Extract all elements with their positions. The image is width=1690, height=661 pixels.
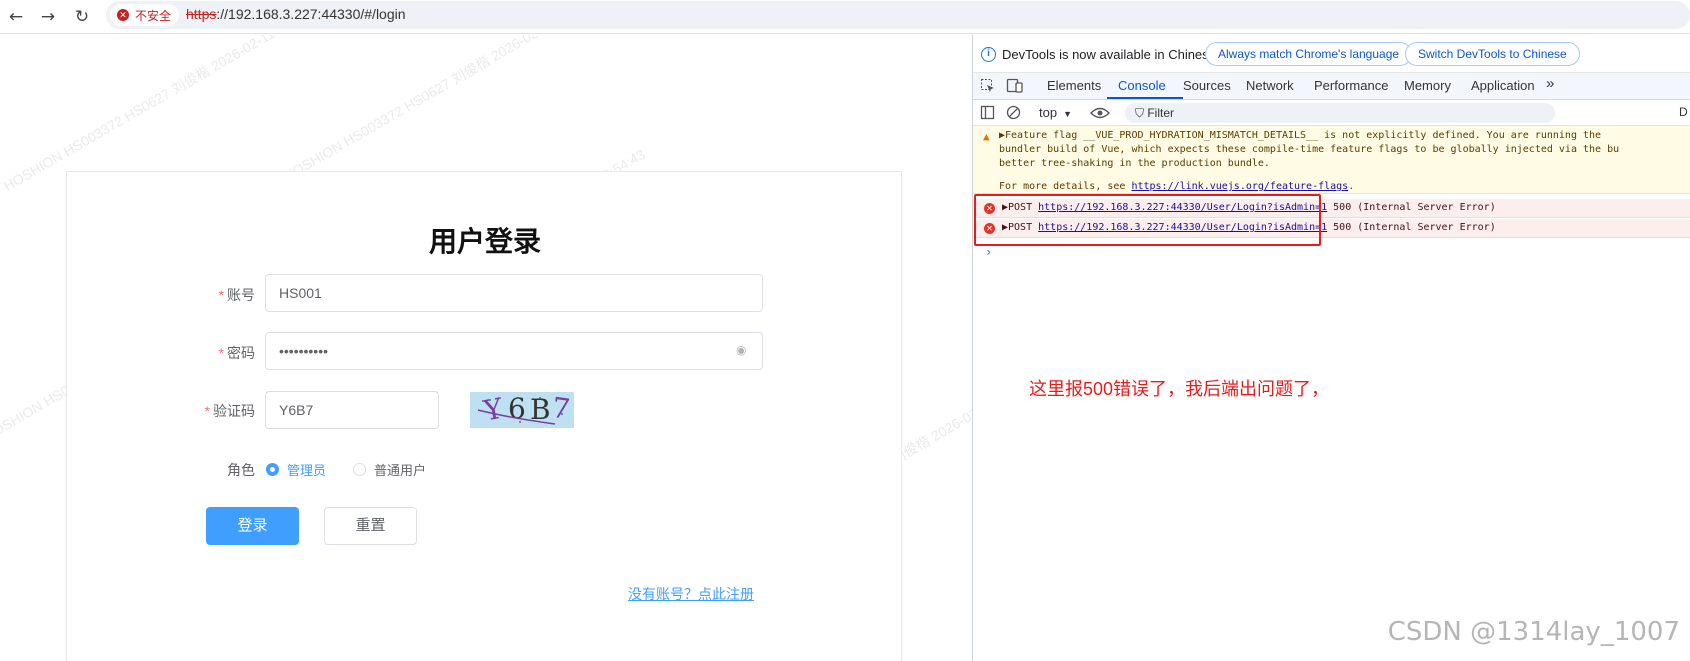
url-protocol: https — [186, 6, 217, 22]
warning-line: better tree-shaking in the production bu… — [999, 158, 1270, 169]
eye-icon[interactable] — [1090, 106, 1110, 120]
tab-performance[interactable]: Performance — [1314, 78, 1388, 93]
forward-icon[interactable]: → — [36, 5, 60, 29]
active-tab-indicator — [1107, 97, 1183, 99]
csdn-watermark: CSDN @1314lay_1007 — [1387, 617, 1680, 647]
warning-line: bundler build of Vue, which expects thes… — [999, 144, 1620, 155]
back-icon[interactable]: ← — [4, 5, 28, 29]
warning-line: For more details, see https://link.vuejs… — [999, 181, 1355, 192]
default-levels-dropdown[interactable]: D — [1679, 105, 1688, 119]
match-language-button[interactable]: Always match Chrome's language — [1205, 42, 1413, 66]
console-prompt[interactable]: › — [985, 245, 992, 259]
url-rest: ://192.168.3.227:44330/#/login — [216, 6, 406, 22]
more-tabs-icon[interactable]: » — [1546, 75, 1554, 92]
watermark-text: HOSHION HS003372 HS0627 刘俊楷 2026-02-11 1… — [280, 35, 608, 185]
tab-elements[interactable]: Elements — [1047, 78, 1101, 93]
password-value: •••••••••• — [279, 343, 329, 359]
captcha-label: * 验证码 — [204, 403, 255, 419]
browser-toolbar: ← → ↻ ✕ 不安全 https://192.168.3.227:44330/… — [0, 0, 1690, 34]
login-page: HOSHION HS003372 HS0627 刘俊楷 2026-02-11 1… — [0, 35, 972, 661]
infobar-message: DevTools is now available in Chinese! — [1002, 47, 1220, 62]
address-bar[interactable]: ✕ 不安全 https://192.168.3.227:44330/#/logi… — [106, 1, 1690, 29]
eye-icon[interactable]: ◉ — [736, 343, 750, 357]
password-input[interactable]: •••••••••• ◉ — [265, 332, 763, 370]
device-toolbar-icon[interactable] — [1006, 78, 1023, 94]
tab-console[interactable]: Console — [1118, 78, 1166, 93]
filter-input[interactable]: ⛉ Filter — [1125, 103, 1555, 123]
clear-console-icon[interactable] — [1006, 105, 1022, 121]
account-input[interactable]: HS001 — [265, 274, 763, 312]
console-warning: ▲ ▶Feature flag __VUE_PROD_HYDRATION_MIS… — [973, 126, 1690, 194]
tab-application[interactable]: Application — [1471, 78, 1535, 93]
radio-unchecked-icon — [353, 463, 366, 476]
security-label: 不安全 — [135, 8, 172, 23]
captcha-image[interactable]: Y 6 B 7 — [470, 392, 574, 428]
captcha-input[interactable]: Y6B7 — [265, 391, 439, 429]
tab-memory[interactable]: Memory — [1404, 78, 1451, 93]
login-card: 用户登录 * 账号 HS001 * 密码 •••••••••• ◉ * 验证码 Y6B… — [66, 171, 902, 661]
reset-button[interactable]: 重置 — [324, 507, 417, 545]
role-admin-label: 管理员 — [287, 463, 327, 478]
devtools-infobar: i DevTools is now available in Chinese! … — [973, 35, 1690, 73]
context-selector[interactable]: top ▼ — [1039, 105, 1072, 120]
warning-line: ▶Feature flag __VUE_PROD_HYDRATION_MISMA… — [999, 130, 1602, 141]
filter-icon: ⛉ — [1135, 106, 1148, 120]
page-title: 用户登录 — [428, 226, 541, 257]
inspect-element-icon[interactable] — [980, 78, 996, 94]
login-button[interactable]: 登录 — [206, 507, 299, 545]
radio-checked-icon — [266, 463, 279, 476]
sidebar-toggle-icon[interactable] — [980, 105, 996, 121]
chevron-down-icon: ▼ — [1063, 109, 1072, 119]
info-icon: i — [981, 47, 996, 62]
annotation-text: 这里报500错误了，我后端出问题了， — [1029, 379, 1330, 399]
switch-chinese-button[interactable]: Switch DevTools to Chinese — [1405, 42, 1580, 66]
role-user-radio[interactable]: 普通用户 — [353, 460, 426, 479]
warning-icon: ▲ — [983, 130, 990, 143]
account-label: * 账号 — [218, 287, 255, 303]
url-text[interactable]: https://192.168.3.227:44330/#/login — [186, 6, 406, 22]
role-label: 角色 — [227, 462, 255, 478]
captcha-noise — [477, 397, 563, 425]
feature-flags-link[interactable]: https://link.vuejs.org/feature-flags — [1131, 181, 1348, 192]
role-admin-radio[interactable]: 管理员 — [266, 460, 326, 479]
tab-sources[interactable]: Sources — [1183, 78, 1231, 93]
reload-icon[interactable]: ↻ — [70, 5, 94, 29]
role-user-label: 普通用户 — [374, 463, 427, 478]
password-label: * 密码 — [218, 345, 255, 361]
register-link[interactable]: 没有账号？点此注册 — [628, 584, 754, 604]
warning-circle-icon: ✕ — [117, 9, 129, 21]
devtools-panel: i DevTools is now available in Chinese! … — [972, 35, 1690, 661]
console-toolbar: top ▼ ⛉ Filter D — [973, 100, 1690, 126]
tab-network[interactable]: Network — [1246, 78, 1294, 93]
security-badge[interactable]: ✕ 不安全 — [110, 4, 180, 26]
annotation-highlight-box — [974, 194, 1321, 246]
devtools-tabbar: Elements Console Sources Network Perform… — [973, 73, 1690, 100]
